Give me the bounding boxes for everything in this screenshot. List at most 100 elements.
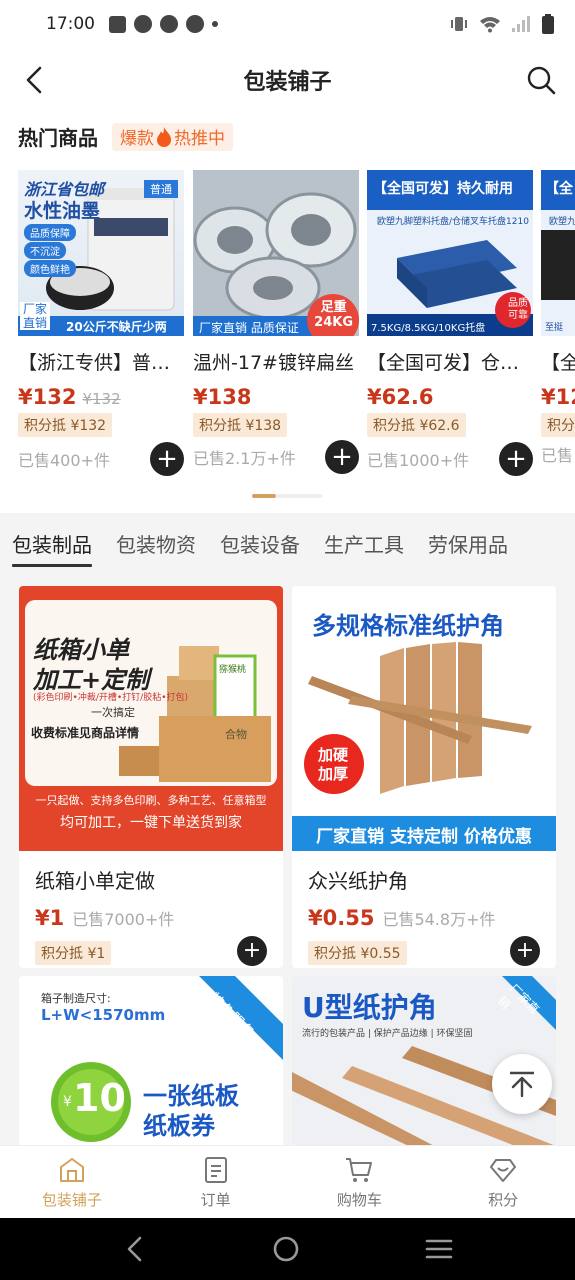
hot-product-card[interactable]: 浙江省包邮 水性油墨 普通 品质保障 不沉淀 颜色鲜艳 厂家 直销 20公斤不缺斤… (18, 170, 184, 490)
nav-item-points[interactable]: 积分 (431, 1146, 575, 1218)
nav-item-orders[interactable]: 订单 (144, 1146, 288, 1218)
nav-label: 包装铺子 (41, 1190, 102, 1209)
price-row: ¥1 已售7000+件 (19, 894, 283, 930)
add-to-cart-button[interactable]: + (510, 936, 540, 966)
image-text: 品质 可靠 (508, 298, 528, 321)
image-text: (彩色印刷•冲裁/开槽•打钉/胶粘•打包) (33, 693, 189, 703)
system-back-icon[interactable] (123, 1235, 147, 1263)
add-to-cart-button[interactable]: + (150, 442, 184, 476)
category-tabs: 包装制品 包装物资 包装设备 生产工具 劳保用品 (0, 513, 575, 573)
signal-icon (512, 16, 530, 32)
price-row: ¥12 (541, 385, 575, 409)
add-to-cart-button[interactable]: + (325, 440, 359, 474)
price-row: ¥132 ¥132 (18, 385, 184, 409)
tab-packaging-products[interactable]: 包装制品 (12, 513, 92, 573)
sold-row: 已售2.1万+件 + (193, 440, 359, 474)
image-text: 一只起做、支持多色印刷、多种工艺、任意箱型 (35, 794, 267, 807)
nav-item-cart[interactable]: 购物车 (288, 1146, 432, 1218)
product-price: ¥1 (35, 906, 65, 930)
product-card[interactable]: 纸箱小单 加工+定制 (彩色印刷•冲裁/开槽•打钉/胶粘•打包) 一次搞定 收费… (19, 586, 283, 968)
page-title: 包装铺子 (243, 70, 332, 95)
image-text: 一次搞定 (91, 706, 135, 719)
sold-row: 已售1000+件 + (367, 442, 533, 476)
image-text: 【全 (545, 181, 573, 197)
hot-product-card[interactable]: 【全国可发】持久耐用 欧塑九脚塑料托盘/仓储叉车托盘1210 7.5KG/8.5… (367, 170, 533, 490)
more-notifications-icon (212, 21, 218, 27)
points-badge: 积分抵 ¥62.6 (367, 413, 466, 437)
product-price: ¥12 (541, 385, 575, 409)
sold-row: 已售 (541, 442, 575, 466)
back-arrow-icon[interactable] (20, 64, 52, 96)
product-name: 【全国可发】 (541, 352, 575, 374)
hot-products-heading: 热门商品 爆款 热推中 (18, 122, 233, 151)
nav-label: 购物车 (336, 1190, 382, 1209)
system-menu-icon[interactable] (425, 1237, 453, 1261)
product-card[interactable]: 多规格标准纸护角 加硬 加厚 厂家直销 支持定制 价格优惠 众兴纸护角 ¥0.55… (292, 586, 556, 968)
cart-icon (346, 1157, 373, 1182)
vibrate-icon (451, 17, 467, 31)
search-icon[interactable] (525, 64, 557, 96)
product-image: 多规格标准纸护角 加硬 加厚 厂家直销 支持定制 价格优惠 (292, 586, 556, 851)
image-text: 欧塑九 (549, 217, 575, 227)
image-text: 加硬 加厚 (318, 746, 349, 783)
product-image: 【全 欧塑九 至挺 (541, 170, 575, 336)
points-badge: 积分 (541, 413, 575, 437)
category-section: 包装制品 包装物资 包装设备 生产工具 劳保用品 纸箱小单 加工+定制 (彩色印… (0, 513, 575, 1145)
price-row: ¥62.6 (367, 385, 533, 409)
price-row: ¥138 (193, 385, 359, 409)
product-image: 【全国可发】持久耐用 欧塑九脚塑料托盘/仓储叉车托盘1210 7.5KG/8.5… (367, 170, 533, 336)
tab-production-tools[interactable]: 生产工具 (324, 513, 404, 573)
image-text: 【全国可发】持久耐用 (373, 181, 513, 197)
add-to-cart-button[interactable]: + (499, 442, 533, 476)
sold-row: 已售400+件 + (18, 442, 184, 476)
nav-label: 订单 (200, 1190, 231, 1209)
image-text: 不沉淀 (24, 242, 66, 259)
order-icon (204, 1156, 227, 1183)
product-name: 纸箱小单定做 (35, 869, 155, 893)
tab-safety-supplies[interactable]: 劳保用品 (428, 513, 508, 573)
hot-product-card[interactable]: 【全 欧塑九 至挺 【全国可发】 ¥12 积分 已售 (541, 170, 575, 490)
points-icon (490, 1158, 517, 1182)
points-row: 积分抵 ¥1 + (19, 930, 283, 966)
image-text: 品质保障 (24, 224, 76, 241)
tab-packaging-materials[interactable]: 包装物资 (116, 513, 196, 573)
image-text: 普通 (144, 180, 178, 198)
product-name: 众兴纸护角 (308, 869, 408, 893)
image-text: 收费标准见商品详情 (31, 726, 140, 740)
battery-icon (542, 14, 554, 34)
original-price: ¥132 (82, 390, 121, 408)
product-price: ¥62.6 (367, 385, 434, 409)
system-navigation-bar (0, 1218, 575, 1280)
nav-item-shop[interactable]: 包装铺子 (0, 1146, 144, 1218)
tab-packaging-equipment[interactable]: 包装设备 (220, 513, 300, 573)
product-card[interactable]: 箱子制造尺寸: L+W<1570mm 特色服务 ¥ 10 一张纸板 纸板券 (19, 976, 283, 1145)
flame-icon (157, 126, 171, 147)
system-home-icon[interactable] (272, 1235, 300, 1263)
system-status-icons (449, 14, 555, 34)
indicator-track (276, 494, 322, 498)
back-to-top-button[interactable] (492, 1054, 552, 1114)
status-bar: 17:00 (0, 0, 575, 48)
add-to-cart-button[interactable]: + (237, 936, 267, 966)
image-text: 欧塑九脚塑料托盘/仓储叉车托盘1210 (377, 217, 529, 227)
points-badge: 积分抵 ¥132 (18, 413, 113, 437)
wifi-icon (480, 17, 500, 33)
hot-product-card[interactable]: 厂家直销 品质保证 足重 24KG 温州-17#镀锌扁丝 ¥138 积分抵 ¥13… (193, 170, 359, 490)
sold-count: 已售7000+件 (72, 910, 175, 929)
image-text: 20公斤不缺斤少两 (66, 320, 167, 334)
nav-label: 积分 (488, 1190, 519, 1209)
product-name: 【浙江专供】普通水性油墨 (18, 352, 184, 374)
product-image: 箱子制造尺寸: L+W<1570mm 特色服务 ¥ 10 一张纸板 纸板券 (19, 976, 283, 1145)
notification-icons (109, 15, 218, 33)
product-name: 【全国可发】仓储托盘 (367, 352, 533, 374)
image-text: 均可加工，一键下单送货到家 (60, 815, 242, 831)
carousel-indicator (252, 494, 322, 498)
notification-icon (109, 15, 126, 33)
price-row: ¥0.55 已售54.8万+件 (292, 894, 556, 930)
image-text: 7.5KG/8.5KG/10KG托盘 (371, 323, 486, 334)
image-text: 纸板券 (143, 1112, 215, 1140)
points-badge: 积分抵 ¥0.55 (308, 941, 407, 965)
notification-icon (186, 15, 204, 33)
hot-products-carousel[interactable]: 浙江省包邮 水性油墨 普通 品质保障 不沉淀 颜色鲜艳 厂家 直销 20公斤不缺斤… (18, 170, 575, 490)
sold-count: 已售400+件 (18, 451, 110, 470)
